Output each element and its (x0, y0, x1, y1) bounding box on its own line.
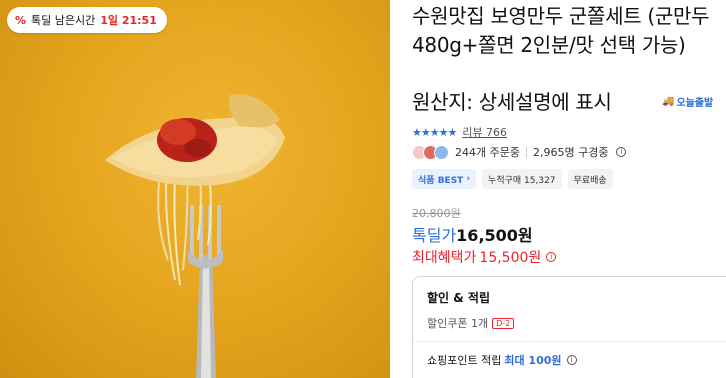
percent-icon: % (15, 13, 27, 27)
tags-row: 식품 BEST › 누적구매 15,327 무료배송 (412, 169, 613, 189)
avatar (434, 144, 449, 160)
rating-row: ★★★★★ 리뷰 766 (412, 124, 507, 140)
deal-timer-badge: % 톡딜 남은시간 1일 21:51 (7, 7, 167, 33)
discount-points-box: 할인 & 적립 할인쿠폰 1개 D-2 쇼핑포인트 적립 최대 100원 i (412, 276, 726, 378)
info-icon[interactable]: i (566, 355, 577, 365)
product-info: 수원맛집 보영만두 군쫄세트 (군만두 480g+쫄면 2인분/맛 선택 가능)… (412, 0, 726, 378)
divider (413, 341, 726, 342)
cumulative-purchase-tag: 누적구매 15,327 (482, 169, 562, 189)
points-row: 쇼핑포인트 적립 최대 100원 i (427, 352, 726, 368)
buyer-avatars (412, 144, 449, 160)
points-label: 쇼핑포인트 적립 (427, 354, 502, 367)
best-tag-label: 식품 BEST (418, 175, 464, 186)
food-best-tag[interactable]: 식품 BEST › (412, 169, 477, 189)
deal-price-row: 톡딜가 16,500원 (412, 222, 533, 246)
timer-value: 1일 21:51 (100, 14, 157, 27)
product-image[interactable]: % 톡딜 남은시간 1일 21:51 (0, 0, 390, 378)
max-benefit-price: 15,500원 (479, 250, 542, 266)
dumpling-fork-illustration (105, 94, 285, 378)
product-title: 수원맛집 보영만두 군쫄세트 (군만두 480g+쫄면 2인분/맛 선택 가능) (412, 4, 710, 57)
benefit-title: 할인 & 적립 (427, 291, 490, 305)
info-icon[interactable]: i (546, 252, 557, 262)
deal-price: 16,500원 (456, 226, 533, 245)
delivery-badge-label: 오늘출발 (676, 98, 714, 109)
review-link[interactable]: 리뷰 766 (462, 124, 507, 140)
ordering-count: 244개 주문중 (455, 146, 520, 159)
coupon-row[interactable]: 할인쿠폰 1개 D-2 (427, 315, 726, 331)
points-max: 최대 100원 (504, 354, 562, 367)
rating-stars: ★★★★★ (412, 125, 457, 139)
coupon-dday-badge: D-2 (492, 317, 515, 329)
today-delivery-badge: 🚚 오늘출발 (662, 94, 713, 109)
product-origin: 원산지: 상세설명에 표시 (412, 90, 612, 114)
max-benefit-row: 최대혜택가 15,500원 i (412, 247, 557, 267)
info-icon[interactable]: i (616, 147, 627, 157)
divider (525, 146, 527, 158)
original-price: 20,800원 (412, 207, 461, 220)
timer-label: 톡딜 남은시간 (31, 14, 96, 27)
social-proof-row: 244개 주문중 2,965명 구경중 i (412, 144, 627, 160)
deal-price-label: 톡딜가 (412, 226, 457, 245)
max-benefit-label: 최대혜택가 (412, 250, 477, 266)
coupon-label: 할인쿠폰 1개 (427, 317, 489, 330)
viewer-count: 2,965명 구경중 (532, 146, 609, 159)
truck-icon: 🚚 (662, 96, 675, 107)
chevron-right-icon: › (466, 174, 471, 184)
free-shipping-tag: 무료배송 (567, 169, 613, 189)
